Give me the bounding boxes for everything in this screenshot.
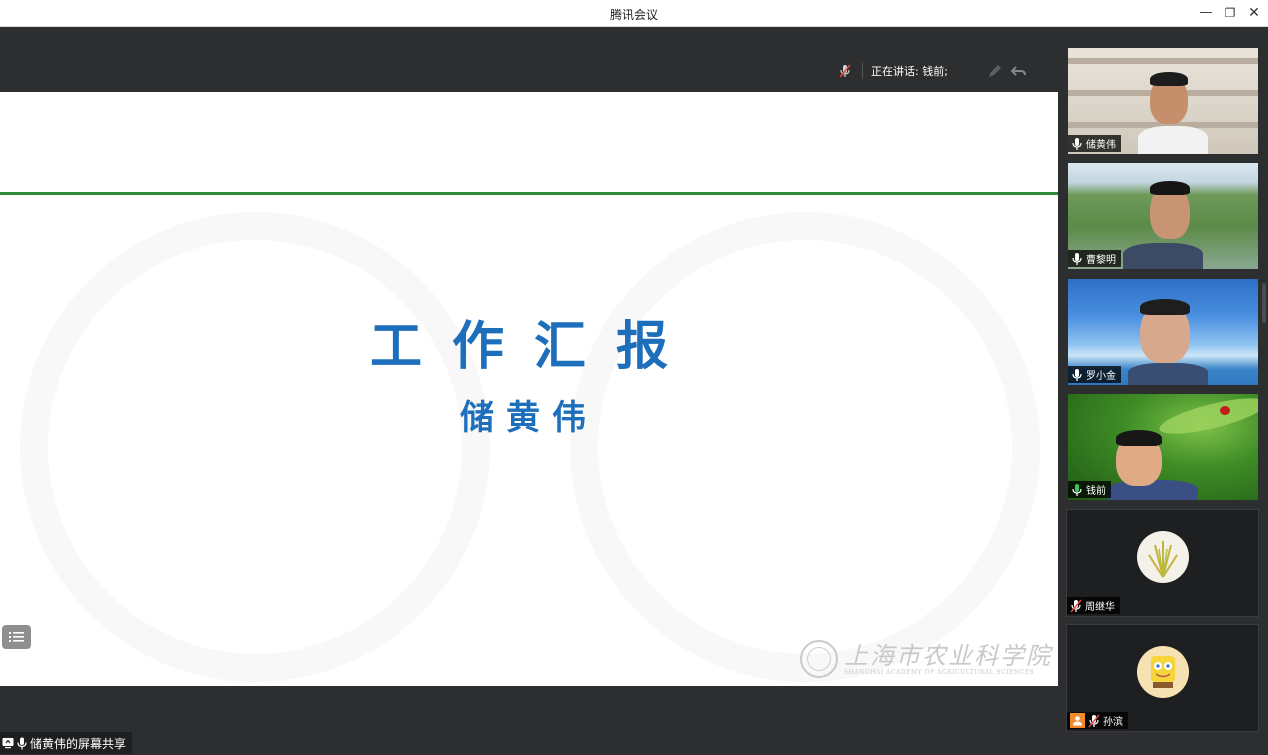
logo-chinese-name: 上海市农业科学院 [844, 641, 1052, 670]
participant-namebar: 罗小金 [1068, 366, 1121, 383]
mic-muted-icon [1088, 714, 1100, 727]
restore-icon[interactable]: ❐ [1220, 4, 1240, 22]
participant-namebar: 周继华 [1067, 597, 1120, 614]
screen-share-area: 正在讲话: 钱前; 工作汇报 储黄伟 上海市农业科学院 SHANGHAI ACA… [0, 27, 1058, 755]
speaking-indicator: 正在讲话: 钱前; [836, 58, 948, 84]
avatar [1137, 646, 1189, 698]
participant-namebar: 孙滨 [1067, 712, 1128, 729]
meeting-window: 腾讯会议 — ❐ ✕ 正在讲话: 钱前; 工作汇报 储黄伟 上海市农业科学院 S… [0, 0, 1268, 755]
share-footer [0, 686, 1058, 755]
watermark-seal [20, 212, 490, 682]
participant-tile[interactable]: 周继华 [1066, 509, 1259, 617]
slide-divider [0, 192, 1058, 195]
participant-name: 罗小金 [1086, 371, 1116, 382]
annotation-tools[interactable] [986, 61, 1036, 81]
shared-slide: 工作汇报 储黄伟 上海市农业科学院 SHANGHAI ACADEMY OF AG… [0, 92, 1058, 686]
close-icon[interactable]: ✕ [1244, 4, 1264, 22]
screen-share-icon [2, 738, 14, 749]
share-toolbar: 正在讲话: 钱前; [0, 27, 1058, 92]
share-owner-text: 储黄伟的屏幕共享 [30, 736, 127, 751]
divider [862, 63, 863, 79]
watermark-seal [570, 212, 1040, 682]
participant-tile[interactable]: 储黄伟 [1068, 48, 1258, 154]
mic-speaking-icon [1072, 483, 1082, 496]
panel-scrollbar[interactable] [1262, 283, 1266, 323]
mic-muted-icon [1070, 599, 1082, 612]
list-icon[interactable] [2, 625, 31, 649]
participant-tile[interactable]: 罗小金 [1068, 279, 1258, 385]
mic-icon [1072, 368, 1082, 381]
participant-name: 周继华 [1085, 602, 1115, 613]
participant-tile[interactable]: 钱前 [1068, 394, 1258, 500]
minimize-icon[interactable]: — [1196, 4, 1216, 22]
mic-icon [1072, 137, 1082, 150]
participant-name: 曹黎明 [1086, 255, 1116, 266]
participant-name: 钱前 [1086, 486, 1106, 497]
logo-english-name: SHANGHAI ACADEMY OF AGRICULTURAL SCIENCE… [844, 668, 1035, 676]
window-title: 腾讯会议 [609, 8, 658, 22]
participant-name: 储黄伟 [1086, 140, 1116, 151]
participant-namebar: 钱前 [1068, 481, 1111, 498]
avatar [1137, 531, 1189, 583]
slide-title: 工作汇报 [370, 317, 699, 377]
title-bar: 腾讯会议 — ❐ ✕ [0, 0, 1268, 27]
mic-muted-icon [836, 62, 854, 80]
user-icon [1070, 713, 1085, 728]
participant-name: 孙滨 [1103, 717, 1123, 728]
participant-namebar: 储黄伟 [1068, 135, 1121, 152]
participant-tile[interactable]: 曹黎明 [1068, 163, 1258, 269]
participant-tile[interactable]: 孙滨 [1066, 624, 1259, 732]
institution-logo: 上海市农业科学院 SHANGHAI ACADEMY OF AGRICULTURA… [800, 638, 1052, 680]
seal-icon [800, 640, 838, 678]
share-owner-label: 储黄伟的屏幕共享 [0, 732, 133, 754]
mic-icon [17, 737, 27, 749]
undo-icon[interactable] [1010, 62, 1028, 80]
pen-icon[interactable] [986, 62, 1004, 80]
slide-presenter: 储黄伟 [460, 398, 598, 438]
mic-icon [1072, 252, 1082, 265]
participant-namebar: 曹黎明 [1068, 250, 1121, 267]
speaking-label: 正在讲话: 钱前; [871, 65, 948, 78]
